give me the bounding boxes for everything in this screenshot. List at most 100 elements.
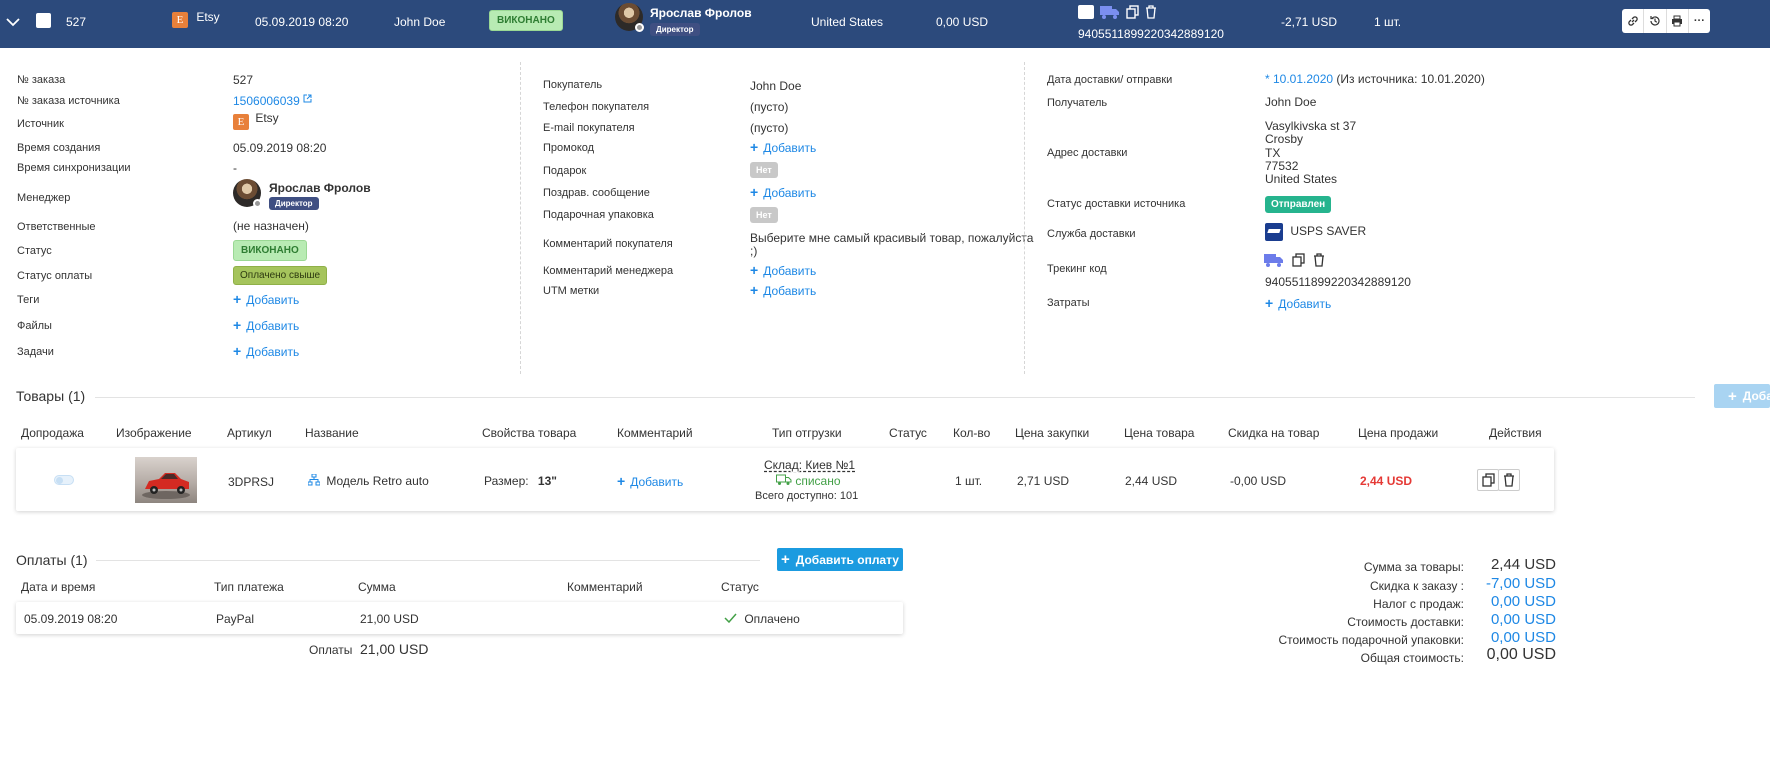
link-icon[interactable] xyxy=(1622,9,1645,33)
tracking-link[interactable]: 9405511899220342889120 xyxy=(1265,275,1411,289)
delivery-service-value[interactable]: USPS SAVER xyxy=(1265,223,1366,241)
buyer-comment-line1[interactable]: Выберите мне самый красивый товар, пожал… xyxy=(750,231,1033,245)
summary-goods-label: Сумма за товары: xyxy=(1363,560,1464,574)
created-value: 05.09.2019 08:20 xyxy=(233,141,327,155)
tracking-icons xyxy=(1264,252,1325,268)
item-price[interactable]: 2,44 USD xyxy=(1125,474,1177,488)
add-product-button[interactable]: +Добавить товар xyxy=(1714,384,1770,408)
address-line[interactable]: Vasylkivska st 37 xyxy=(1265,119,1356,133)
goods-title: Товары (1) xyxy=(16,388,86,404)
copy-icon[interactable] xyxy=(1292,253,1305,267)
col-comment: Комментарий xyxy=(617,426,693,440)
manager-role-badge: Директор xyxy=(650,23,700,36)
header-actions: ··· xyxy=(1622,9,1710,33)
col-payment-type: Тип платежа xyxy=(214,580,284,594)
product-image[interactable] xyxy=(135,457,197,503)
warehouse-link[interactable]: Склад: Киев №1 xyxy=(764,458,855,472)
email-value[interactable]: (пусто) xyxy=(750,121,788,135)
header-created: 05.09.2019 08:20 xyxy=(255,15,349,29)
product-name-link[interactable]: Модель Retro auto xyxy=(307,473,429,488)
summary-tax-value[interactable]: 0,00 USD xyxy=(1491,593,1556,610)
header-manager-name: Ярослав Фролов xyxy=(650,6,752,20)
payment-status-label: Статус оплаты xyxy=(17,270,93,282)
product-name[interactable]: Модель Retro auto xyxy=(326,474,428,488)
add-manager-comment-button[interactable]: + Добавить xyxy=(750,262,816,278)
plus-icon: + xyxy=(750,282,759,298)
address-line[interactable]: 77532 xyxy=(1265,159,1298,173)
wrapping-badge[interactable]: Нет xyxy=(750,207,778,223)
address-line[interactable]: United States xyxy=(1265,172,1337,186)
source-order-link[interactable]: 1506006039 xyxy=(233,94,312,108)
add-comment-button[interactable]: + Добавить xyxy=(617,473,683,489)
gift-value[interactable]: Нет xyxy=(750,162,778,178)
buyer-comment-line2[interactable]: ;) xyxy=(750,244,757,258)
source-order-number[interactable]: 1506006039 xyxy=(233,94,300,108)
responsible-link[interactable]: (не назначен) xyxy=(233,219,309,233)
hierarchy-icon xyxy=(307,473,321,486)
history-icon[interactable] xyxy=(1644,9,1667,33)
manager-name: Ярослав Фролов xyxy=(269,181,371,195)
item-discount[interactable]: -0,00 USD xyxy=(1230,474,1286,488)
manager-avatar xyxy=(233,179,262,208)
summary-delivery-value[interactable]: 0,00 USD xyxy=(1491,611,1556,628)
add-payment-button[interactable]: + Добавить оплату xyxy=(777,548,903,571)
buyer-link[interactable]: John Doe xyxy=(750,79,801,93)
phone-value[interactable]: (пусто) xyxy=(750,100,788,114)
delivery-date[interactable]: * 10.01.2020 xyxy=(1265,72,1333,86)
add-cost-button[interactable]: + Добавить xyxy=(1265,295,1331,311)
upsell-toggle[interactable] xyxy=(54,475,74,485)
purchase-price[interactable]: 2,71 USD xyxy=(1017,474,1069,488)
summary-total-label: Общая стоимость: xyxy=(1360,651,1464,665)
delivery-date-value[interactable]: * 10.01.2020 (Из источника: 10.01.2020) xyxy=(1265,72,1485,86)
address-line[interactable]: Crosby xyxy=(1265,132,1303,146)
header-amount: 0,00 USD xyxy=(936,15,989,29)
copy-product-button[interactable] xyxy=(1477,469,1499,491)
add-promo-button[interactable]: + Добавить xyxy=(750,139,816,155)
panel-divider xyxy=(1024,62,1025,374)
order-header-bar[interactable]: 527 E Etsy 05.09.2019 08:20 John Doe ВИК… xyxy=(0,0,1770,48)
header-source-name: Etsy xyxy=(196,10,220,24)
greeting-label: Поздрав. сообщение xyxy=(543,187,650,199)
trash-icon xyxy=(1504,473,1514,487)
add-task-button[interactable]: + Добавить xyxy=(233,343,299,359)
status-badge[interactable]: ВИКОНАНО xyxy=(233,240,307,261)
summary-delivery-label: Стоимость доставки: xyxy=(1347,615,1464,629)
product-qty[interactable]: 1 шт. xyxy=(955,474,982,488)
add-utm-button[interactable]: + Добавить xyxy=(750,282,816,298)
more-icon[interactable]: ··· xyxy=(1689,9,1710,33)
delivery-service-name[interactable]: USPS SAVER xyxy=(1290,224,1366,238)
trash-icon[interactable] xyxy=(1313,253,1325,267)
gift-badge[interactable]: Нет xyxy=(750,162,778,178)
payments-title: Оплаты (1) xyxy=(16,552,88,568)
delivery-status-badge: Отправлен xyxy=(1265,196,1332,213)
status-value[interactable]: ВИКОНАНО xyxy=(233,240,307,261)
manager-label: Менеджер xyxy=(17,192,71,204)
delete-product-button[interactable] xyxy=(1498,469,1520,491)
add-tag-button[interactable]: + Добавить xyxy=(233,291,299,307)
header-cost: -2,71 USD xyxy=(1281,15,1338,29)
chevron-down-icon[interactable] xyxy=(6,15,20,29)
recipient-value[interactable]: John Doe xyxy=(1265,95,1316,109)
plus-icon: + xyxy=(1728,387,1737,405)
plus-icon: + xyxy=(233,343,242,359)
gift-label: Подарок xyxy=(543,165,587,177)
source-order-label: № заказа источника xyxy=(17,95,120,107)
copy-icon[interactable] xyxy=(1126,5,1139,19)
select-order-checkbox[interactable] xyxy=(36,13,51,28)
add-greeting-button[interactable]: + Добавить xyxy=(750,184,816,200)
property-label: Размер: xyxy=(484,474,529,488)
payment-status-value: Оплачено свыше xyxy=(233,266,328,285)
trash-icon[interactable] xyxy=(1145,5,1157,19)
tracking-label: Трекинг код xyxy=(1047,263,1107,275)
col-payment-date: Дата и время xyxy=(21,580,96,594)
summary-wrapping-value[interactable]: 0,00 USD xyxy=(1491,629,1556,646)
files-label: Файлы xyxy=(17,320,52,332)
plus-icon: + xyxy=(750,184,759,200)
external-link-icon[interactable] xyxy=(303,94,312,103)
add-file-button[interactable]: + Добавить xyxy=(233,317,299,333)
summary-discount-value[interactable]: -7,00 USD xyxy=(1486,575,1556,592)
wrapping-value[interactable]: Нет xyxy=(750,207,778,223)
address-line[interactable]: TX xyxy=(1265,146,1280,160)
header-manager-role-wrap: Директор xyxy=(650,21,700,36)
print-icon[interactable] xyxy=(1667,9,1689,33)
